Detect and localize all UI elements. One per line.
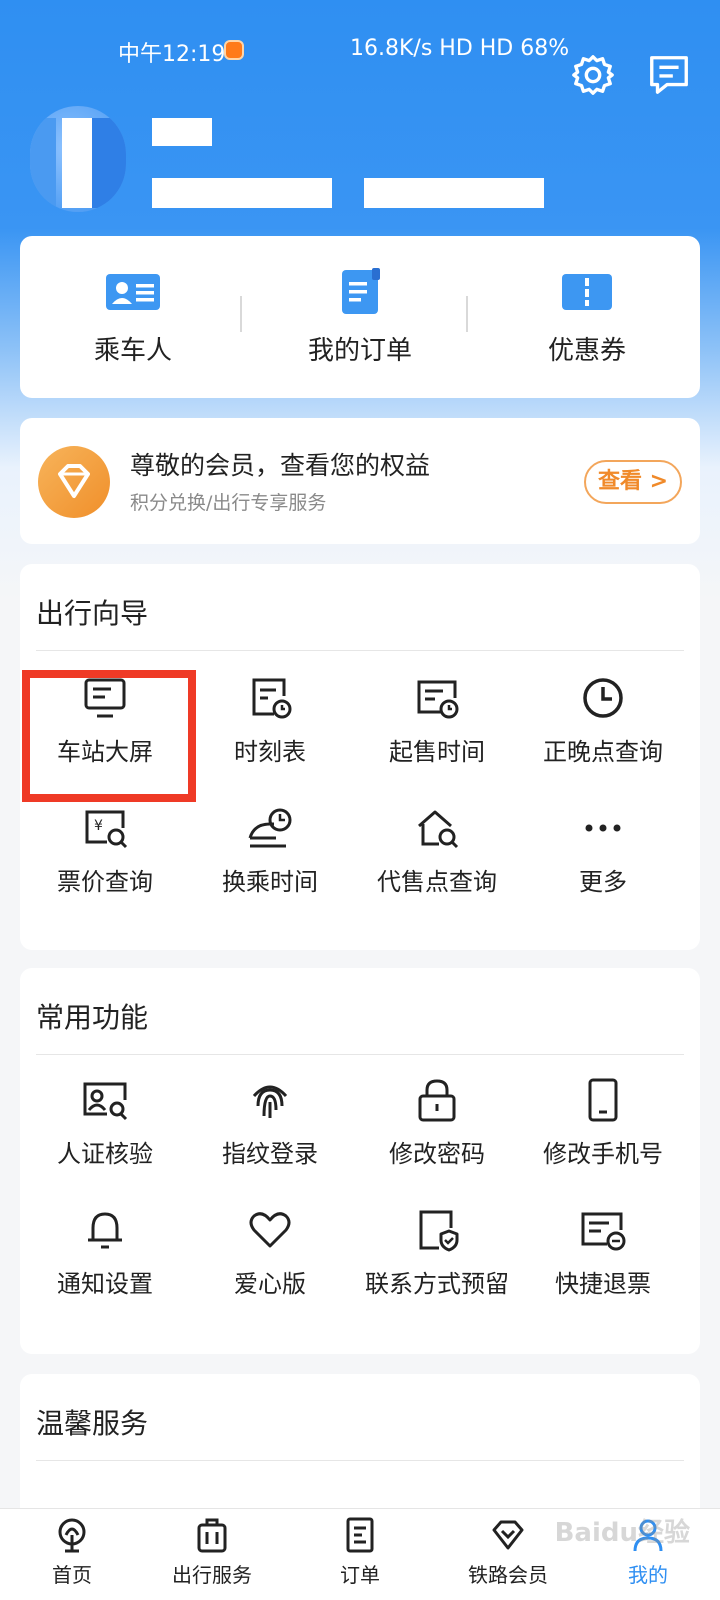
fare-search-icon: ¥ (85, 810, 128, 849)
transfer-time-icon (248, 808, 292, 848)
heart-icon (249, 1212, 291, 1248)
svg-text:¥: ¥ (94, 818, 103, 834)
refund-ticket-icon (581, 1212, 626, 1251)
id-card-icon (106, 274, 160, 310)
grid-item-fare-query[interactable]: ¥ 票价查询 (20, 804, 190, 897)
redacted-username (152, 118, 212, 146)
quick-link-orders[interactable]: 我的订单 (247, 268, 473, 367)
grid-item-fingerprint[interactable]: 指纹登录 (185, 1076, 355, 1169)
quick-link-label: 优惠券 (547, 336, 626, 366)
bell-icon (88, 1212, 122, 1249)
gear-icon[interactable] (570, 52, 616, 98)
common-functions-card: 常用功能 人证核验 指纹登录 修改密码 修改手机号 通知设置 爱心版 联系方式预… (20, 968, 700, 1354)
section-title: 常用功能 (36, 1001, 149, 1034)
grid-item-label: 起售时间 (389, 738, 485, 766)
status-time: 中午12:19 (118, 42, 226, 67)
grid-item-label: 指纹登录 (222, 1140, 318, 1168)
highlight-box (22, 670, 196, 802)
member-card[interactable]: 尊敬的会员，查看您的权益 积分兑换/出行专享服务 查看 > (20, 418, 700, 544)
grid-item-label: 票价查询 (57, 868, 153, 896)
grid-item-change-password[interactable]: 修改密码 (352, 1076, 522, 1169)
quick-link-label: 乘车人 (93, 336, 172, 366)
section-title: 出行向导 (36, 597, 149, 630)
quick-link-passengers[interactable]: 乘车人 (20, 268, 246, 367)
divider (240, 296, 242, 332)
grid-item-notifications[interactable]: 通知设置 (20, 1206, 190, 1299)
notification-app-icon (224, 40, 244, 60)
grid-item-agency-query[interactable]: 代售点查询 (352, 804, 522, 897)
grid-item-contact-reserve[interactable]: 联系方式预留 (352, 1206, 522, 1299)
diamond-icon (38, 446, 110, 518)
grid-item-label: 换乘时间 (222, 868, 318, 896)
grid-item-change-phone[interactable]: 修改手机号 (518, 1076, 688, 1169)
grid-item-label: 快捷退票 (555, 1270, 651, 1298)
more-dots-icon (585, 824, 621, 832)
quick-links-card: 乘车人 我的订单 优惠券 (20, 236, 700, 398)
divider (36, 1460, 684, 1461)
tab-label: 出行服务 (172, 1563, 252, 1587)
quick-link-label: 我的订单 (307, 336, 412, 366)
grid-item-label: 正晚点查询 (543, 738, 663, 766)
grid-item-label: 联系方式预留 (365, 1270, 509, 1298)
header-actions (570, 52, 692, 98)
railway-logo-icon (58, 1518, 86, 1553)
watermark: Baidu经验 (554, 1518, 690, 1548)
grid-item-label: 时刻表 (234, 738, 306, 766)
grid-item-sale-time[interactable]: 起售时间 (352, 674, 522, 767)
divider (36, 650, 684, 651)
grid-item-delay-query[interactable]: 正晚点查询 (518, 674, 688, 767)
agency-search-icon (418, 810, 459, 849)
avatar[interactable] (30, 106, 126, 212)
sale-time-icon (417, 680, 459, 719)
tab-label: 我的 (628, 1563, 668, 1587)
grid-item-label: 爱心版 (234, 1270, 306, 1298)
grid-item-care-mode[interactable]: 爱心版 (185, 1206, 355, 1299)
grid-item-label: 代售点查询 (377, 868, 497, 896)
status-indicators: 16.8K/s HD HD 68% (350, 36, 570, 61)
divider (36, 1054, 684, 1055)
grid-item-label: 人证核验 (57, 1140, 153, 1168)
divider (466, 296, 468, 332)
clock-icon (583, 678, 623, 718)
grid-item-label: 更多 (579, 868, 627, 896)
order-icon (346, 1517, 374, 1553)
tab-label: 铁路会员 (468, 1563, 548, 1587)
member-title: 尊敬的会员，查看您的权益 (130, 451, 431, 480)
tab-travel-services[interactable]: 出行服务 (140, 1515, 284, 1588)
contact-shield-icon (419, 1210, 459, 1252)
grid-item-label: 修改密码 (389, 1140, 485, 1168)
redacted-user-info (364, 178, 544, 208)
coupon-icon (562, 274, 612, 310)
timetable-icon (252, 678, 292, 719)
grid-item-more[interactable]: 更多 (518, 804, 688, 897)
diamond-icon (492, 1520, 524, 1550)
grid-item-id-verify[interactable]: 人证核验 (20, 1076, 190, 1169)
fingerprint-icon (252, 1085, 288, 1118)
tab-label: 首页 (52, 1563, 92, 1587)
grid-item-quick-refund[interactable]: 快捷退票 (518, 1206, 688, 1299)
quick-link-coupons[interactable]: 优惠券 (474, 268, 700, 367)
tab-label: 订单 (340, 1563, 380, 1587)
luggage-icon (197, 1518, 227, 1553)
grid-item-transfer-time[interactable]: 换乘时间 (185, 804, 355, 897)
phone-icon (588, 1078, 618, 1122)
member-subtitle: 积分兑换/出行专享服务 (130, 492, 327, 514)
lock-icon (418, 1079, 456, 1122)
message-icon[interactable] (646, 52, 692, 98)
grid-item-label: 通知设置 (57, 1270, 153, 1298)
view-benefits-button[interactable]: 查看 > (584, 460, 682, 504)
redacted-user-info (152, 178, 332, 208)
grid-item-label: 修改手机号 (543, 1140, 663, 1168)
tab-orders[interactable]: 订单 (288, 1515, 432, 1588)
tab-home[interactable]: 首页 (0, 1515, 144, 1588)
grid-item-timetable[interactable]: 时刻表 (185, 674, 355, 767)
section-title: 温馨服务 (36, 1407, 149, 1440)
id-verify-icon (83, 1082, 128, 1121)
order-document-icon (342, 268, 380, 314)
